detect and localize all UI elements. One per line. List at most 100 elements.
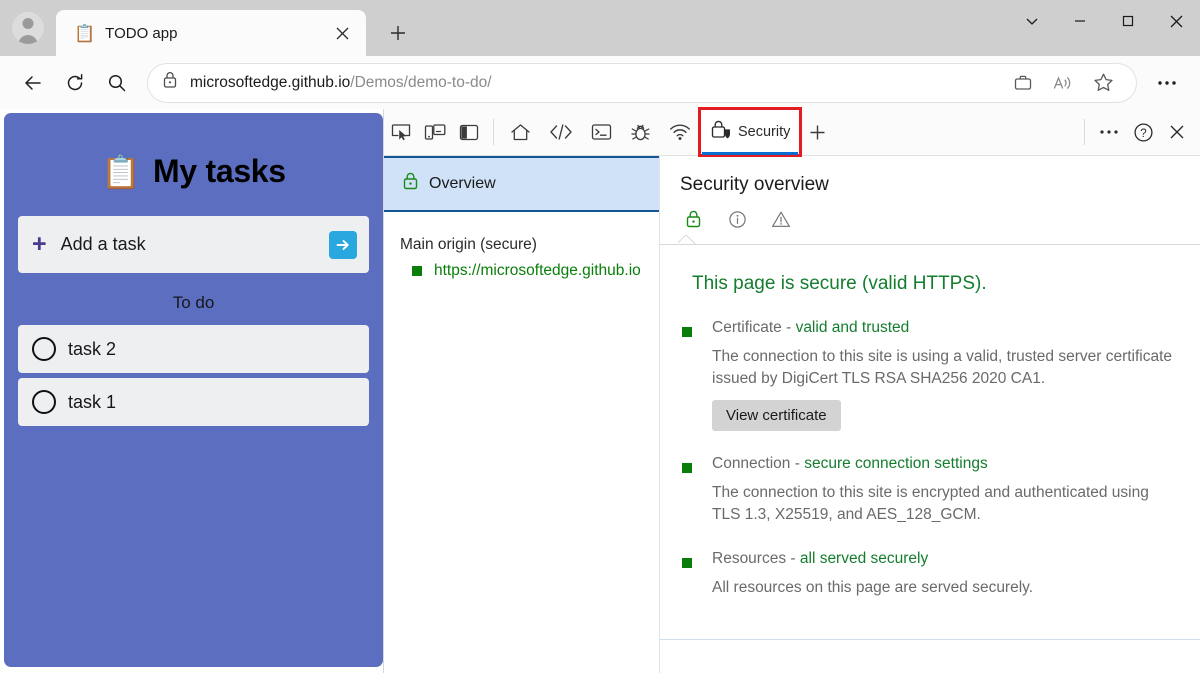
secure-state-square-icon — [682, 558, 692, 568]
tab-actions-chevron-down-icon[interactable] — [1008, 0, 1056, 42]
security-lock-shield-icon — [710, 120, 732, 145]
info-circle-icon[interactable] — [726, 208, 748, 230]
back-arrow-icon[interactable] — [14, 64, 52, 102]
maximize-icon[interactable] — [1104, 0, 1152, 42]
security-block-status: secure connection settings — [804, 455, 988, 472]
green-lock-icon — [402, 172, 419, 196]
devtools-tab-sources[interactable] — [621, 109, 660, 155]
toolbar-divider — [493, 119, 494, 145]
todo-section-label: To do — [172, 293, 215, 312]
sidebar-origin-item[interactable]: https://microsoftedge.github.io — [384, 262, 659, 280]
secure-state-square-icon — [682, 327, 692, 337]
devtools-tab-welcome[interactable] — [501, 109, 540, 155]
close-devtools-icon[interactable] — [1160, 109, 1194, 155]
new-tab-button[interactable] — [380, 15, 416, 51]
url-path: /Demos/demo-to-do/ — [350, 73, 492, 91]
security-block-label: Connection - — [712, 455, 805, 472]
help-question-icon[interactable]: ? — [1126, 109, 1160, 155]
clipboard-icon: 📋 — [74, 23, 96, 43]
window-controls — [1008, 0, 1200, 56]
title-bar: 📋 TODO app — [0, 0, 1200, 56]
secure-lock-icon[interactable] — [682, 208, 704, 230]
sidebar-item-overview[interactable]: Overview — [384, 156, 659, 212]
security-block-resources: Resources - all served securely All reso… — [660, 526, 1178, 599]
navigation-bar: microsoftedge.github.io/Demos/demo-to-do… — [0, 56, 1200, 109]
browser-tab-todo-app[interactable]: 📋 TODO app — [56, 10, 366, 56]
security-block-connection: Connection - secure connection settings … — [660, 431, 1178, 526]
security-block-body: Connection - secure connection settings … — [712, 455, 1178, 526]
devtools-tab-label: Security — [738, 124, 791, 140]
security-panel-body: Overview Main origin (secure) https://mi… — [384, 156, 1200, 673]
security-block-title: Resources - all served securely — [712, 550, 1178, 568]
task-item[interactable]: task 2 — [18, 325, 369, 373]
task-checkbox[interactable] — [32, 337, 56, 361]
security-block-description: All resources on this page are served se… — [712, 579, 1034, 596]
security-main: Security overview This page is secure (v… — [660, 156, 1200, 673]
browser-window: 📋 TODO app microsoftedge.github.io/Demos… — [0, 0, 1200, 673]
browser-settings-ellipsis-icon[interactable] — [1148, 64, 1186, 102]
secure-state-square-icon — [412, 266, 422, 276]
warning-triangle-icon[interactable] — [770, 208, 792, 230]
avatar — [12, 12, 44, 44]
security-sidebar: Overview Main origin (secure) https://mi… — [384, 156, 660, 673]
todo-app: 📋 My tasks + Add a task To do task 2 tas… — [4, 113, 383, 667]
page-title: My tasks — [153, 153, 286, 189]
sidebar-group-title: Main origin (secure) — [400, 236, 537, 253]
reload-icon[interactable] — [56, 64, 94, 102]
security-block-certificate: Certificate - valid and trusted The conn… — [660, 295, 1178, 431]
profile-button[interactable] — [0, 0, 56, 56]
add-task-input[interactable]: Add a task — [61, 234, 315, 255]
todo-header: 📋 My tasks — [18, 153, 369, 190]
task-item[interactable]: task 1 — [18, 378, 369, 426]
origin-url: https://microsoftedge.github.io — [434, 262, 641, 279]
task-checkbox[interactable] — [32, 390, 56, 414]
plus-icon: + — [32, 230, 47, 258]
selected-state-caret-icon — [678, 235, 696, 244]
security-overview-title: Security overview — [680, 174, 829, 195]
devtools-more-ellipsis-icon[interactable] — [1092, 109, 1126, 155]
security-footer-divider — [660, 639, 1200, 640]
add-devtools-tab-button[interactable] — [800, 109, 835, 155]
devtools-tab-console[interactable] — [582, 109, 621, 155]
security-block-body: Certificate - valid and trusted The conn… — [712, 319, 1178, 431]
secure-state-square-icon — [682, 463, 692, 473]
security-block-description: The connection to this site is encrypted… — [712, 484, 1149, 523]
security-details-scroll[interactable]: This page is secure (valid HTTPS). Certi… — [660, 245, 1200, 673]
security-headline: This page is secure (valid HTTPS). — [692, 273, 987, 294]
dock-side-icon[interactable] — [452, 109, 486, 155]
briefcase-icon[interactable] — [1004, 64, 1042, 102]
security-block-label: Certificate - — [712, 319, 796, 336]
svg-text:?: ? — [1140, 128, 1146, 140]
security-block-status: valid and trusted — [795, 319, 910, 336]
task-label: task 1 — [68, 391, 117, 412]
security-state-divider — [660, 244, 1200, 245]
security-block-status: all served securely — [799, 550, 929, 567]
minimize-icon[interactable] — [1056, 0, 1104, 42]
inspect-element-icon[interactable] — [384, 109, 418, 155]
address-bar[interactable]: microsoftedge.github.io/Demos/demo-to-do… — [148, 63, 1136, 102]
content-area: 📋 My tasks + Add a task To do task 2 tas… — [0, 107, 1200, 673]
url-domain: microsoftedge.github.io — [190, 73, 351, 91]
devtools-panel: Security ? Overview Main origin (secure)… — [383, 107, 1200, 673]
close-icon[interactable] — [328, 19, 356, 47]
security-block-title: Certificate - valid and trusted — [712, 319, 1178, 337]
add-task-field[interactable]: + Add a task — [18, 216, 369, 273]
security-block-label: Resources - — [712, 550, 800, 567]
web-page-pane: 📋 My tasks + Add a task To do task 2 tas… — [0, 109, 383, 673]
star-icon[interactable] — [1084, 64, 1122, 102]
arrow-right-icon[interactable] — [329, 230, 357, 259]
device-emulation-icon[interactable] — [418, 109, 452, 155]
read-aloud-icon[interactable] — [1044, 64, 1082, 102]
tab-title: TODO app — [105, 24, 178, 42]
omnibox-actions — [1004, 64, 1122, 102]
lock-icon[interactable] — [162, 71, 178, 94]
devtools-tab-security[interactable]: Security — [697, 107, 803, 157]
devtools-tab-elements[interactable] — [540, 109, 582, 155]
security-state-icons — [660, 196, 1200, 230]
close-window-icon[interactable] — [1152, 0, 1200, 42]
toolbar-divider — [1084, 119, 1085, 145]
sidebar-item-label: Overview — [429, 175, 496, 192]
devtools-tab-network[interactable] — [660, 109, 700, 155]
view-certificate-button[interactable]: View certificate — [712, 400, 841, 431]
search-icon[interactable] — [98, 64, 136, 102]
